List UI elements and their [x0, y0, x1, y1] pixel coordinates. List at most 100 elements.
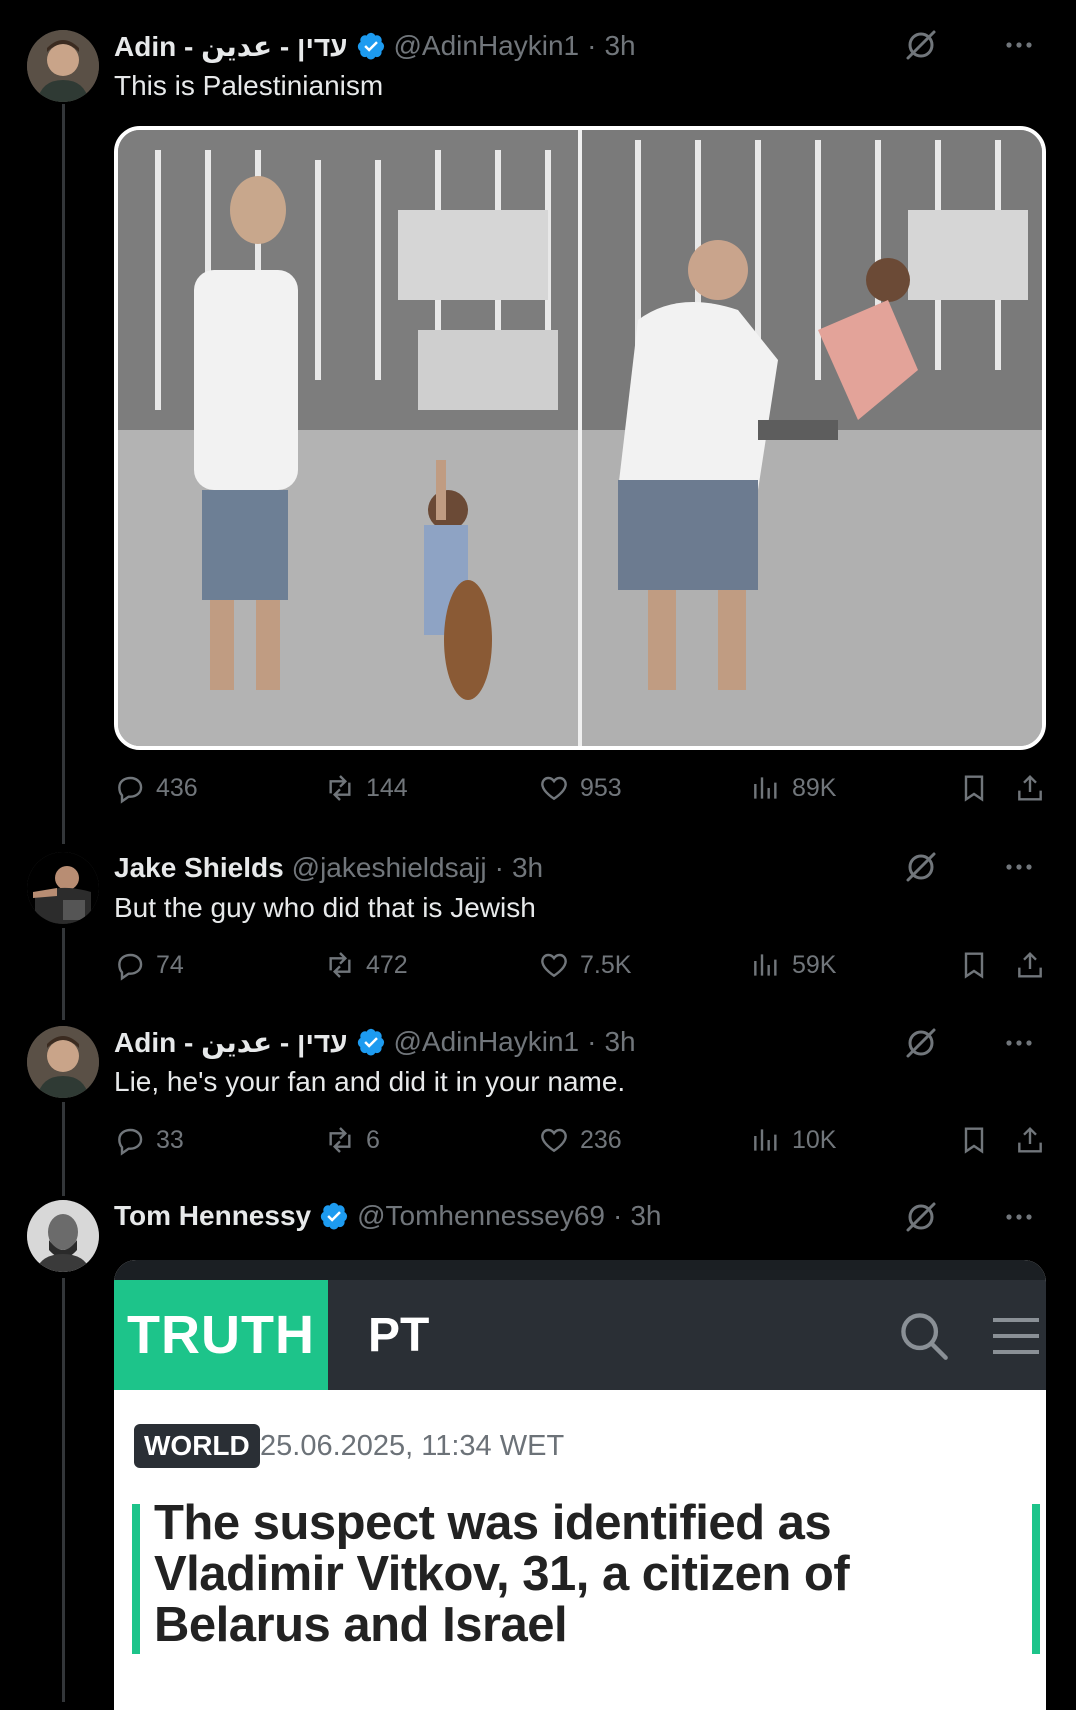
views-count: 59K	[792, 950, 837, 979]
tweet-header: Tom Hennessy @Tomhennessey69 · 3h	[114, 1196, 966, 1236]
avatar[interactable]	[27, 1200, 99, 1272]
repost-button[interactable]: 144	[324, 768, 408, 808]
card-top-strip	[114, 1260, 1046, 1280]
timestamp[interactable]: 3h	[604, 1026, 635, 1058]
verified-badge-icon	[320, 1202, 348, 1230]
like-count: 236	[580, 1125, 622, 1154]
views-button[interactable]: 89K	[750, 768, 836, 808]
separator-dot: ·	[587, 30, 597, 61]
timestamp[interactable]: 3h	[604, 30, 635, 62]
reply-button[interactable]: 33	[114, 1120, 184, 1160]
tweet-actions: 436 144 953 89K	[114, 768, 1046, 808]
verified-badge-icon	[357, 1028, 384, 1056]
thread-line	[62, 104, 65, 844]
views-button[interactable]: 59K	[750, 945, 836, 985]
grok-icon[interactable]	[904, 1200, 938, 1234]
author-handle[interactable]: @jakeshieldsajj	[292, 852, 487, 884]
repost-icon	[329, 952, 351, 978]
site-logo: TRUTH	[114, 1280, 328, 1390]
author-handle[interactable]: @Tomhennessey69	[357, 1200, 605, 1232]
like-button[interactable]: 953	[538, 768, 622, 808]
tweet-text: Lie, he's your fan and did it in your na…	[114, 1066, 626, 1097]
like-button[interactable]: 7.5K	[538, 945, 631, 985]
tweet-actions: 74 472 7.5K 59K	[114, 945, 1046, 985]
repost-icon	[329, 1127, 351, 1153]
tweet-media[interactable]: TRUTH PT WORLD 25.06.2025, 11:34 WET The…	[114, 1260, 1046, 1710]
verified-badge-icon	[357, 32, 384, 60]
views-icon	[754, 777, 777, 799]
grok-icon[interactable]	[904, 28, 938, 62]
tweet-text: But the guy who did that is Jewish	[114, 892, 536, 923]
article-headline: The suspect was identified as Vladimir V…	[154, 1496, 850, 1652]
more-icon[interactable]	[1002, 28, 1036, 62]
video-still-image	[118, 130, 1042, 746]
avatar[interactable]	[27, 1026, 99, 1098]
author-handle[interactable]: @AdinHaykin1	[394, 1026, 580, 1058]
category-badge: WORLD	[134, 1424, 260, 1468]
article-date: 25.06.2025, 11:34 WET	[260, 1430, 565, 1462]
reply-button[interactable]: 436	[114, 768, 198, 808]
views-icon	[754, 954, 777, 976]
thread-line	[62, 1102, 65, 1196]
repost-button[interactable]: 472	[324, 945, 408, 985]
like-icon	[541, 1128, 567, 1153]
repost-icon	[329, 775, 351, 801]
views-button[interactable]: 10K	[750, 1120, 836, 1160]
reply-count: 33	[156, 1125, 184, 1154]
reply-count: 436	[156, 773, 198, 802]
reply-count: 74	[156, 950, 184, 979]
reply-button[interactable]: 74	[114, 945, 184, 985]
views-count: 10K	[792, 1125, 837, 1154]
tweet-actions: 33 6 236 10K	[114, 1120, 1046, 1160]
author-name[interactable]: Tom Hennessy	[114, 1200, 311, 1232]
grok-icon[interactable]	[904, 1026, 938, 1060]
tweet-header: Adin - עדין - عدين @AdinHaykin1 · 3h	[114, 26, 966, 66]
tweet-header: Adin - עדין - عدين @AdinHaykin1 · 3h	[114, 1022, 966, 1062]
avatar[interactable]	[27, 852, 99, 924]
more-icon[interactable]	[1002, 850, 1036, 884]
repost-count: 472	[366, 950, 408, 979]
site-section: PT	[368, 1308, 430, 1362]
search-icon	[901, 1313, 948, 1360]
reply-icon	[118, 776, 143, 804]
tweet-media[interactable]	[114, 126, 1046, 750]
author-handle[interactable]: @AdinHaykin1	[394, 30, 580, 62]
repost-button[interactable]: 6	[324, 1120, 380, 1160]
separator-dot: ·	[494, 852, 504, 883]
thread-line	[62, 1278, 65, 1702]
share-icon[interactable]	[1014, 949, 1046, 981]
like-icon	[541, 776, 567, 801]
separator-dot: ·	[613, 1200, 623, 1231]
views-icon	[754, 1129, 777, 1151]
bookmark-icon[interactable]	[958, 949, 990, 981]
like-icon	[541, 953, 567, 978]
share-icon[interactable]	[1014, 772, 1046, 804]
tweet-header: Jake Shields @jakeshieldsajj · 3h	[114, 848, 966, 888]
share-icon[interactable]	[1014, 1124, 1046, 1156]
views-count: 89K	[792, 773, 837, 802]
more-icon[interactable]	[1002, 1200, 1036, 1234]
separator-dot: ·	[587, 1026, 597, 1057]
grok-icon[interactable]	[904, 850, 938, 884]
bookmark-icon[interactable]	[958, 1124, 990, 1156]
bookmark-icon[interactable]	[958, 772, 990, 804]
repost-count: 144	[366, 773, 408, 802]
like-button[interactable]: 236	[538, 1120, 622, 1160]
quote-bar	[132, 1504, 140, 1654]
site-header: TRUTH PT	[114, 1280, 1046, 1390]
avatar[interactable]	[27, 30, 99, 102]
reply-icon	[118, 953, 143, 981]
thread-line	[62, 928, 65, 1020]
tweet-text: This is Palestinianism	[114, 70, 384, 101]
author-name[interactable]: Adin - עדין - عدين	[114, 30, 348, 63]
author-name[interactable]: Adin - עדין - عدين	[114, 1026, 348, 1059]
quote-bar	[1032, 1504, 1040, 1654]
like-count: 7.5K	[580, 950, 632, 979]
like-count: 953	[580, 773, 622, 802]
author-name[interactable]: Jake Shields	[114, 852, 284, 884]
menu-icon	[993, 1318, 1039, 1354]
timestamp[interactable]: 3h	[512, 852, 543, 884]
timestamp[interactable]: 3h	[630, 1200, 661, 1232]
repost-count: 6	[366, 1125, 380, 1154]
more-icon[interactable]	[1002, 1026, 1036, 1060]
